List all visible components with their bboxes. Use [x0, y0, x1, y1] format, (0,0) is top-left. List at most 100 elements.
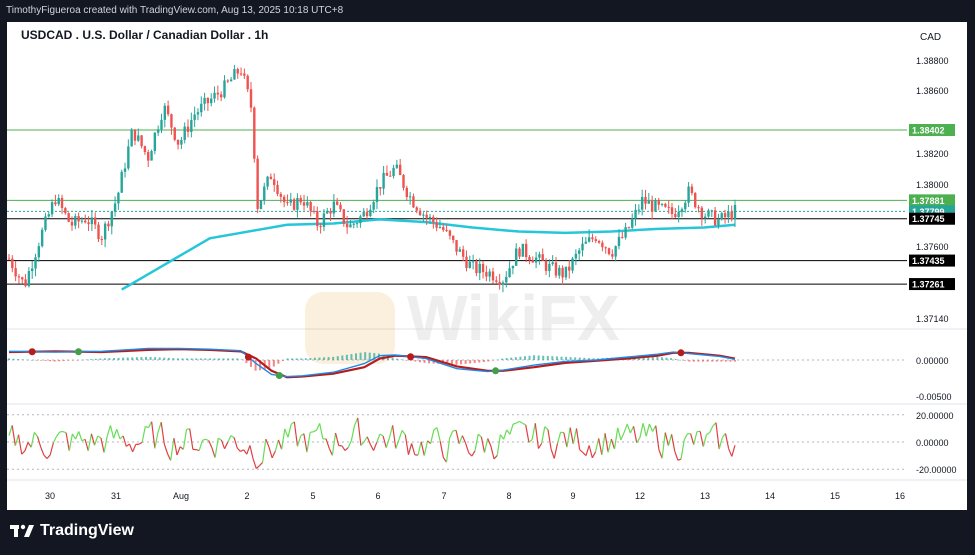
candle-body — [163, 105, 167, 120]
macd-histogram-bar — [487, 360, 490, 362]
macd-histogram-bar — [30, 359, 33, 361]
candle-body — [501, 282, 505, 285]
chart-frame[interactable]: WikiFX 1.38402 1.37881 1.37799 1.37745 1.374… — [7, 22, 967, 510]
candle-body — [584, 241, 588, 244]
macd-histogram-bar — [318, 357, 321, 360]
macd-histogram-bar — [396, 358, 399, 360]
level-price-label: 1.37261 — [912, 280, 945, 290]
candle-body — [60, 198, 64, 208]
candle-body — [67, 213, 70, 222]
macd-histogram-bar — [720, 360, 723, 362]
macd-histogram-bar — [469, 360, 472, 364]
candle-body — [206, 97, 210, 104]
candle-body — [143, 146, 147, 153]
currency-label[interactable]: CAD — [920, 32, 941, 43]
candle-body — [156, 129, 160, 133]
candle-body — [21, 277, 24, 280]
candle-body — [442, 227, 445, 231]
candle-body — [80, 220, 84, 222]
candle-body — [50, 202, 54, 215]
candle-body — [203, 97, 206, 104]
macd-histogram-bar — [523, 356, 526, 360]
macd-histogram-bar — [218, 358, 221, 360]
candle-body — [259, 200, 263, 209]
macd-histogram-bar — [460, 360, 463, 365]
candle-body — [173, 127, 176, 140]
candle-body — [186, 126, 190, 132]
candle-body — [448, 230, 452, 236]
macd-histogram-bar — [327, 357, 330, 360]
candle-body — [249, 89, 253, 108]
candle-body — [107, 223, 110, 227]
candle-body — [713, 210, 717, 226]
candle-body — [402, 175, 405, 188]
candle-body — [438, 227, 442, 229]
time-tick-label: 2 — [244, 491, 249, 501]
candle-body — [534, 257, 538, 263]
candle-body — [581, 243, 584, 251]
candle-body — [160, 119, 163, 130]
candle-body — [190, 119, 193, 132]
candle-body — [349, 224, 352, 228]
macd-histogram-bar — [49, 360, 52, 362]
candle-body — [11, 258, 14, 269]
candle-body — [631, 218, 634, 228]
macd-histogram-bar — [492, 360, 494, 361]
macd-histogram-bar — [222, 358, 225, 360]
candle-body — [279, 193, 283, 197]
candle-body — [133, 129, 137, 141]
time-tick-label: Aug — [173, 491, 189, 501]
candle-body — [561, 267, 564, 278]
candle-body — [508, 268, 511, 277]
macd-cross-dot — [677, 349, 685, 357]
candle-body — [398, 164, 402, 176]
macd-histogram-bar — [679, 359, 682, 361]
macd-histogram-bar — [39, 360, 42, 361]
candle-body — [113, 203, 117, 212]
time-tick-label: 31 — [111, 491, 121, 501]
macd-histogram-bar — [300, 358, 303, 360]
macd-histogram-bar — [94, 358, 97, 360]
candle-body — [339, 204, 342, 210]
price-tick-label: 1.37600 — [916, 242, 949, 252]
candle-body — [478, 263, 481, 274]
candle-body — [710, 210, 713, 212]
candle-body — [289, 199, 292, 203]
candle-body — [34, 257, 37, 269]
candle-body — [170, 114, 173, 128]
candle-body — [24, 279, 27, 287]
candle-body — [674, 214, 677, 218]
candle-body — [365, 212, 369, 217]
candle-body — [558, 267, 561, 276]
candle-body — [100, 239, 104, 241]
candle-body — [485, 272, 488, 277]
candle-body — [647, 200, 651, 204]
macd-histogram-bar — [505, 358, 508, 360]
macd-cross-dot — [28, 348, 36, 356]
macd-histogram-bar — [126, 357, 129, 360]
candle-body — [723, 213, 727, 218]
macd-histogram-bar — [496, 359, 499, 361]
macd-histogram-bar — [482, 360, 485, 362]
macd-histogram-bar — [186, 358, 189, 360]
osc-tick-label: 0.00000 — [916, 438, 949, 448]
candle-body — [690, 186, 694, 194]
macd-histogram-bar — [405, 360, 408, 361]
candle-body — [667, 206, 670, 208]
candle-body — [518, 248, 521, 257]
candle-body — [180, 139, 183, 145]
macd-histogram-bar — [272, 360, 275, 367]
price-tick-label: 1.38200 — [916, 149, 949, 159]
tradingview-logo[interactable]: TradingView — [10, 522, 134, 540]
candle-body — [471, 261, 475, 263]
candle-body — [117, 192, 120, 204]
candle-body — [700, 207, 704, 219]
candle-body — [302, 202, 306, 206]
candle-body — [239, 73, 243, 75]
macd-histogram-bar — [154, 357, 157, 360]
candle-body — [253, 107, 256, 159]
macd-histogram-bar — [519, 356, 522, 360]
macd-histogram-bar — [277, 360, 280, 364]
candle-body — [219, 94, 223, 98]
macd-histogram-bar — [71, 360, 74, 361]
